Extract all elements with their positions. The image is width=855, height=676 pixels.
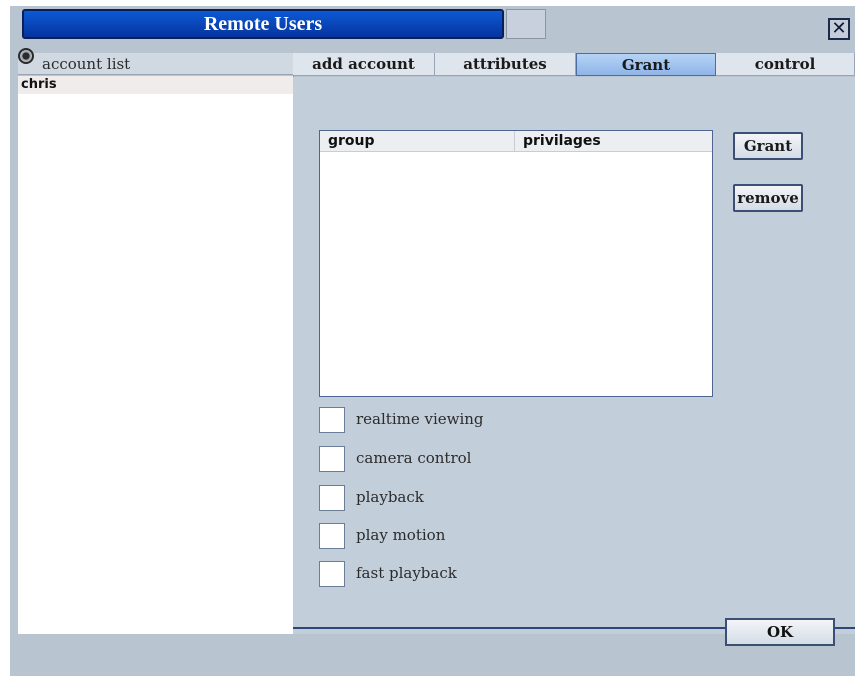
group-privileges-table[interactable]: group privilages bbox=[319, 130, 713, 397]
tab-control[interactable]: control bbox=[716, 53, 855, 76]
realtime-viewing-checkbox[interactable] bbox=[319, 407, 345, 433]
title-bar-spacer bbox=[506, 9, 546, 39]
tab-bar: add account attributes Grant control bbox=[293, 53, 855, 77]
title-bar: Remote Users ✕ bbox=[10, 6, 855, 42]
fast-playback-label: fast playback bbox=[356, 564, 457, 582]
close-icon[interactable]: ✕ bbox=[828, 18, 850, 40]
account-list-label: account list bbox=[42, 55, 131, 73]
column-header-privilages[interactable]: privilages bbox=[515, 131, 710, 151]
remove-button[interactable]: remove bbox=[733, 184, 803, 212]
tab-grant[interactable]: Grant bbox=[576, 53, 716, 76]
grant-panel: group privilages Grant remove realtime v… bbox=[293, 77, 855, 634]
table-header: group privilages bbox=[320, 131, 712, 152]
playback-label: playback bbox=[356, 488, 424, 506]
window-title: Remote Users bbox=[22, 9, 504, 39]
playback-checkbox[interactable] bbox=[319, 485, 345, 511]
account-list-header: account list bbox=[18, 48, 293, 75]
remote-users-window: Remote Users ✕ account list chris add ac… bbox=[10, 6, 855, 676]
realtime-viewing-label: realtime viewing bbox=[356, 410, 484, 428]
tab-add-account[interactable]: add account bbox=[293, 53, 435, 76]
column-header-group[interactable]: group bbox=[320, 131, 515, 151]
grant-button[interactable]: Grant bbox=[733, 132, 803, 160]
tab-attributes[interactable]: attributes bbox=[435, 53, 576, 76]
play-motion-label: play motion bbox=[356, 526, 446, 544]
list-item[interactable]: chris bbox=[18, 76, 293, 94]
camera-control-checkbox[interactable] bbox=[319, 446, 345, 472]
play-motion-checkbox[interactable] bbox=[319, 523, 345, 549]
ok-button[interactable]: OK bbox=[725, 618, 835, 646]
radio-icon[interactable] bbox=[18, 48, 34, 64]
fast-playback-checkbox[interactable] bbox=[319, 561, 345, 587]
account-list[interactable]: chris bbox=[18, 76, 294, 634]
camera-control-label: camera control bbox=[356, 449, 472, 467]
